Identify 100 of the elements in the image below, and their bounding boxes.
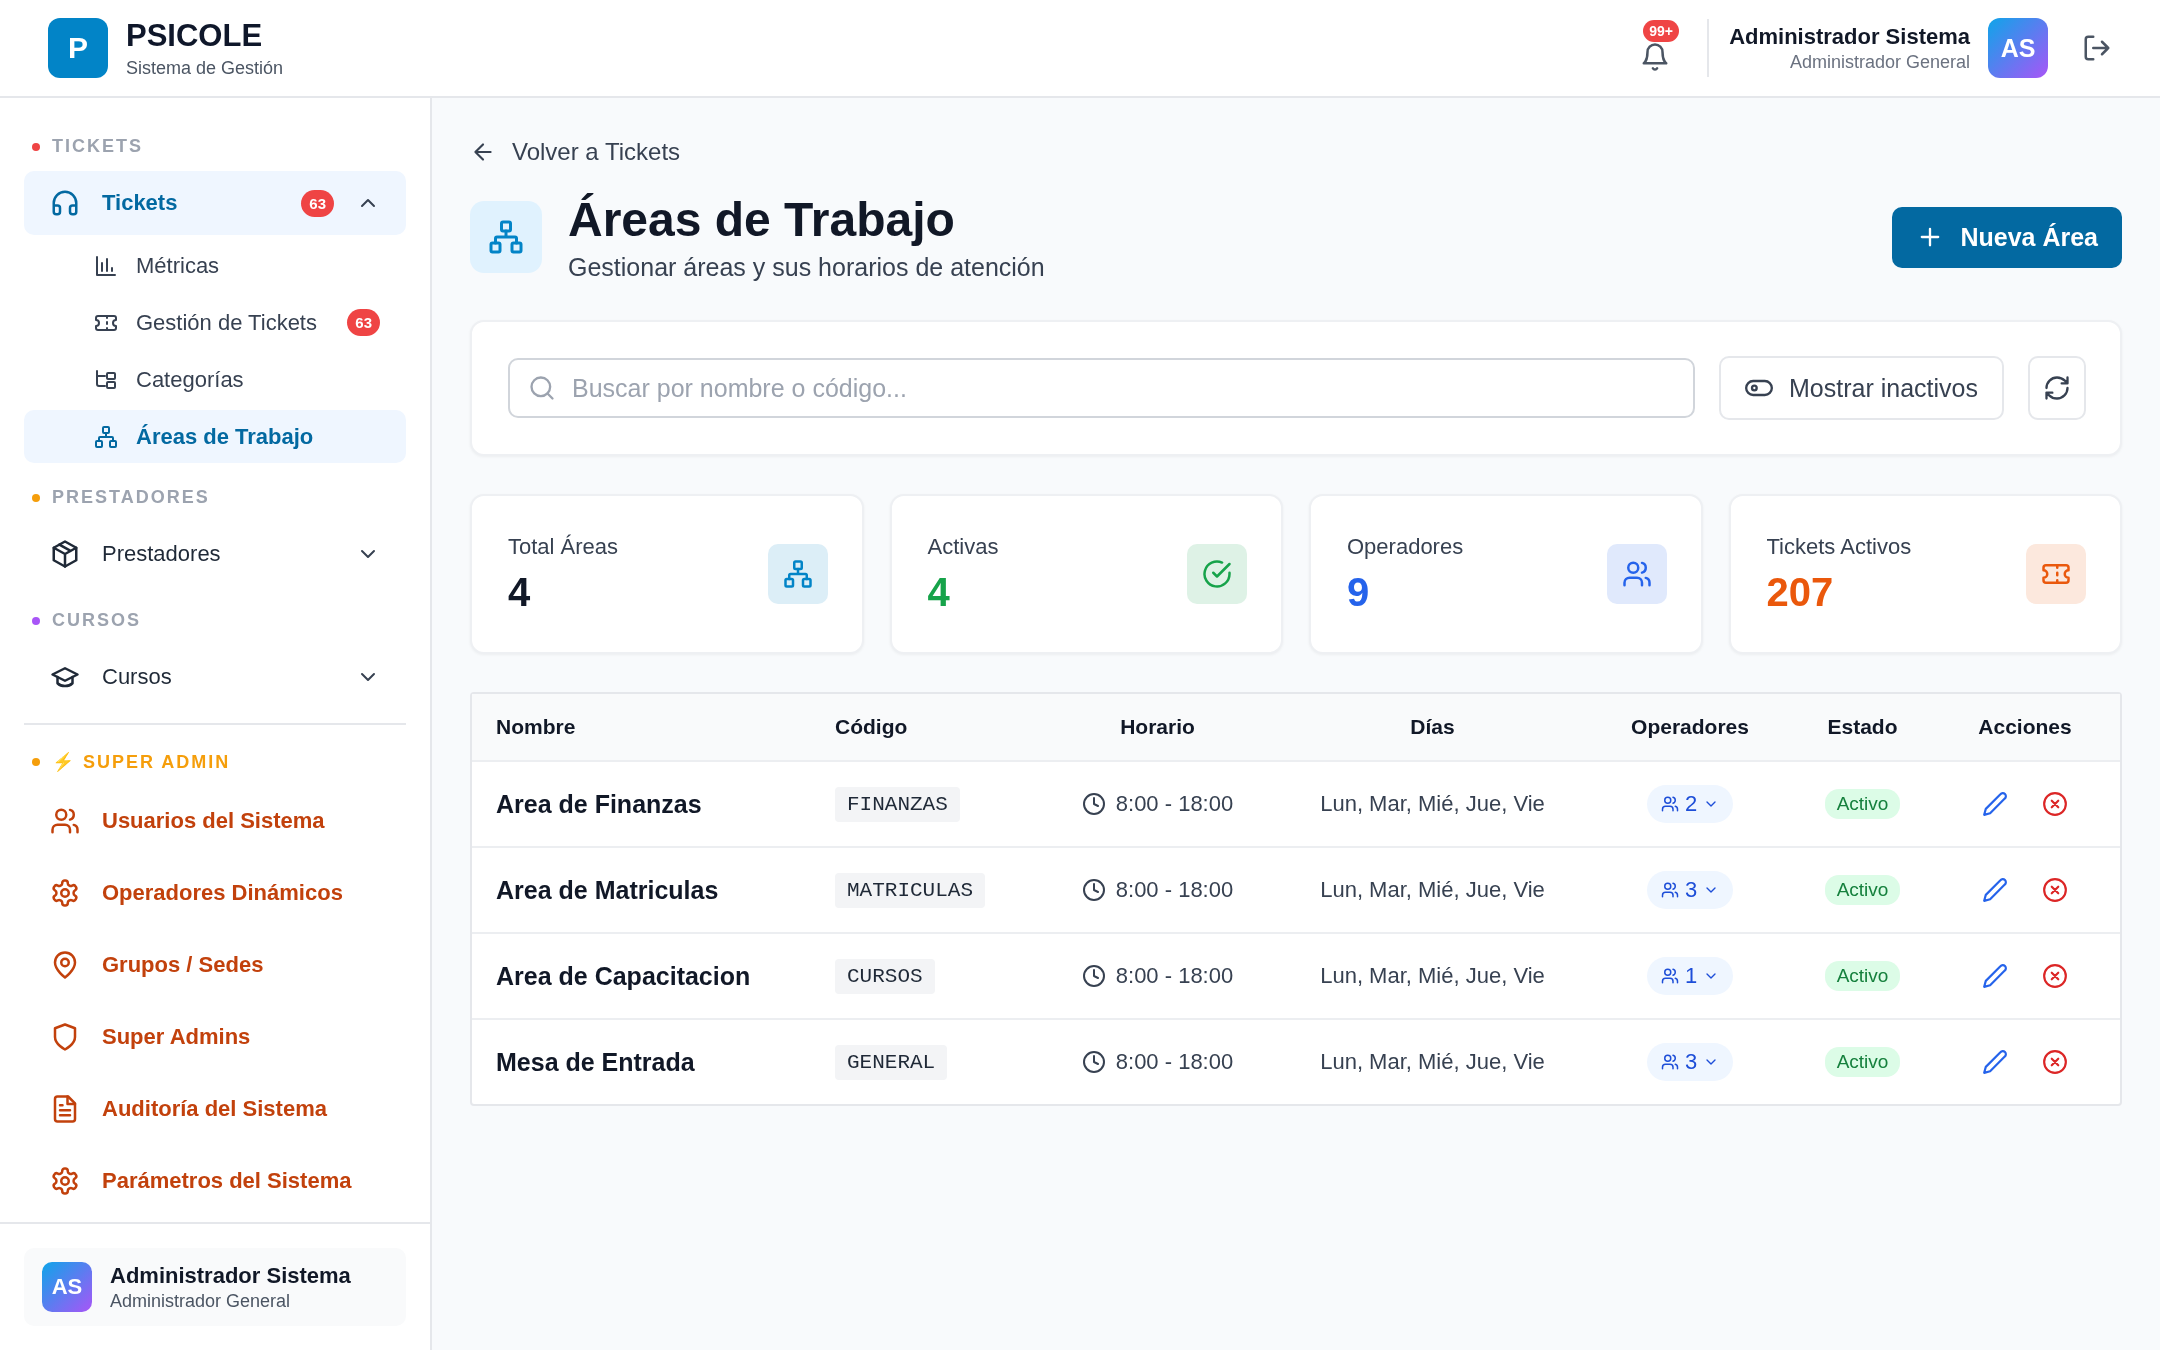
user-avatar[interactable]: AS — [1988, 18, 2048, 78]
user-avatar: AS — [42, 1262, 92, 1312]
column-header: Nombre — [495, 715, 577, 739]
code-tag: MATRICULAS — [835, 872, 986, 908]
stat-label: Tickets Activos — [1766, 533, 1912, 560]
package-icon — [50, 539, 80, 569]
operators-dropdown[interactable]: 3 — [1646, 1043, 1734, 1081]
clock-icon — [1081, 792, 1106, 816]
status-badge: Activo — [1824, 961, 1901, 991]
section-title: CURSOS — [52, 610, 141, 631]
table-cell-text: Area de Finanzas — [495, 789, 703, 819]
nav-subitem[interactable]: Categorías — [24, 353, 406, 406]
network-icon — [488, 219, 524, 255]
status-badge: Activo — [1824, 1047, 1901, 1077]
operators-dropdown[interactable]: 3 — [1646, 871, 1734, 909]
gear-icon — [50, 1166, 80, 1196]
status-badge: Activo — [1824, 875, 1901, 905]
pencil-icon — [1982, 963, 2008, 989]
users-icon — [1660, 795, 1679, 813]
users-icon — [50, 806, 80, 836]
gear-icon — [50, 878, 80, 908]
table-cell: Lun, Mar, Mié, Jue, Vie — [1320, 963, 1545, 989]
section-title: PRESTADORES — [52, 487, 210, 508]
table-cell-text: Area de Matriculas — [495, 875, 720, 905]
edit-button[interactable] — [1982, 791, 2008, 817]
edit-button[interactable] — [1982, 963, 2008, 989]
nav-item[interactable]: Cursos — [24, 645, 406, 709]
clock-icon — [1081, 878, 1106, 902]
users-icon — [1660, 1053, 1679, 1071]
nav-item[interactable]: Usuarios del Sistema — [24, 787, 406, 855]
nav-item[interactable]: Tickets 63 — [24, 171, 406, 235]
count-badge: 63 — [301, 189, 334, 217]
deactivate-button[interactable] — [2042, 791, 2068, 817]
table-cell: Lun, Mar, Mié, Jue, Vie — [1320, 877, 1545, 903]
operators-dropdown[interactable]: 2 — [1646, 785, 1734, 823]
logo: P — [48, 18, 108, 78]
column-header: Acciones — [1977, 715, 2073, 739]
column-header: Estado — [1826, 715, 1899, 739]
stat-value: 207 — [1766, 569, 1835, 615]
code-tag: FINANZAS — [835, 786, 960, 822]
deactivate-button[interactable] — [2042, 877, 2068, 903]
clock-icon — [1081, 1050, 1106, 1074]
stat-label: Total Áreas — [508, 533, 619, 560]
back-link[interactable]: Volver a Tickets — [470, 138, 2122, 166]
user-name: Administrador Sistema — [110, 1262, 351, 1289]
users-icon — [1660, 881, 1679, 899]
bar-chart-icon — [94, 253, 118, 278]
network-icon — [94, 424, 118, 449]
refresh-button[interactable] — [2028, 356, 2086, 420]
user-name: Administrador Sistema — [1729, 23, 1970, 50]
edit-button[interactable] — [1982, 877, 2008, 903]
clock-icon — [1081, 964, 1106, 988]
nav-subitem[interactable]: Áreas de Trabajo — [24, 410, 406, 463]
status-badge: Activo — [1824, 789, 1901, 819]
folder-tree-icon — [94, 367, 118, 392]
table-cell: 8:00 - 18:00 — [1115, 791, 1234, 817]
pencil-icon — [1982, 877, 2008, 903]
refresh-icon — [2043, 374, 2071, 402]
notification-badge: 99+ — [1643, 20, 1679, 42]
new-area-button[interactable]: Nueva Área — [1892, 206, 2122, 268]
table-cell: Lun, Mar, Mié, Jue, Vie — [1320, 1049, 1545, 1075]
page-title: Áreas de Trabajo — [568, 192, 956, 247]
stat-value: 4 — [927, 569, 951, 615]
x-circle-icon — [2042, 963, 2068, 989]
brand-name: PSICOLE — [126, 17, 264, 54]
table-cell: Lun, Mar, Mié, Jue, Vie — [1320, 791, 1545, 817]
x-circle-icon — [2042, 1049, 2068, 1075]
logout-button[interactable] — [2082, 33, 2112, 63]
edit-button[interactable] — [1982, 1049, 2008, 1075]
pencil-icon — [1982, 791, 2008, 817]
stat-label: Operadores — [1347, 533, 1464, 560]
table-cell: 8:00 - 18:00 — [1115, 963, 1234, 989]
brand-subtitle: Sistema de Gestión — [126, 57, 284, 79]
search-field[interactable]: Buscar por nombre o código... — [508, 358, 1696, 418]
nav-item[interactable]: Super Admins — [24, 1003, 406, 1071]
users-icon — [1660, 967, 1679, 985]
user-card[interactable]: AS Administrador Sistema Administrador General — [24, 1248, 406, 1326]
nav-subitem[interactable]: Gestión de Tickets 63 — [24, 296, 406, 349]
deactivate-button[interactable] — [2042, 963, 2068, 989]
operators-dropdown[interactable]: 1 — [1646, 957, 1734, 995]
section-title: ⚡ SUPER ADMIN — [52, 751, 231, 773]
deactivate-button[interactable] — [2042, 1049, 2068, 1075]
code-tag: GENERAL — [835, 1044, 948, 1080]
nav-item[interactable]: Grupos / Sedes — [24, 931, 406, 999]
nav-subitem[interactable]: Métricas — [24, 239, 406, 292]
table-cell-text: Area de Capacitacion — [495, 961, 752, 991]
search-icon — [528, 374, 556, 402]
pencil-icon — [1982, 1049, 2008, 1075]
nav-item[interactable]: Operadores Dinámicos — [24, 859, 406, 927]
nav-item[interactable]: Parámetros del Sistema — [24, 1147, 406, 1215]
stat-value: 4 — [508, 569, 532, 615]
nav-item[interactable]: Auditoría del Sistema — [24, 1075, 406, 1143]
column-header: Horario — [1119, 715, 1196, 739]
stat-label: Activas — [927, 533, 999, 560]
section-title: TICKETS — [52, 136, 143, 157]
user-role: Administrador General — [110, 1290, 292, 1312]
nav-item[interactable]: Prestadores — [24, 522, 406, 586]
x-circle-icon — [2042, 791, 2068, 817]
x-circle-icon — [2042, 877, 2068, 903]
count-badge: 63 — [347, 309, 380, 336]
